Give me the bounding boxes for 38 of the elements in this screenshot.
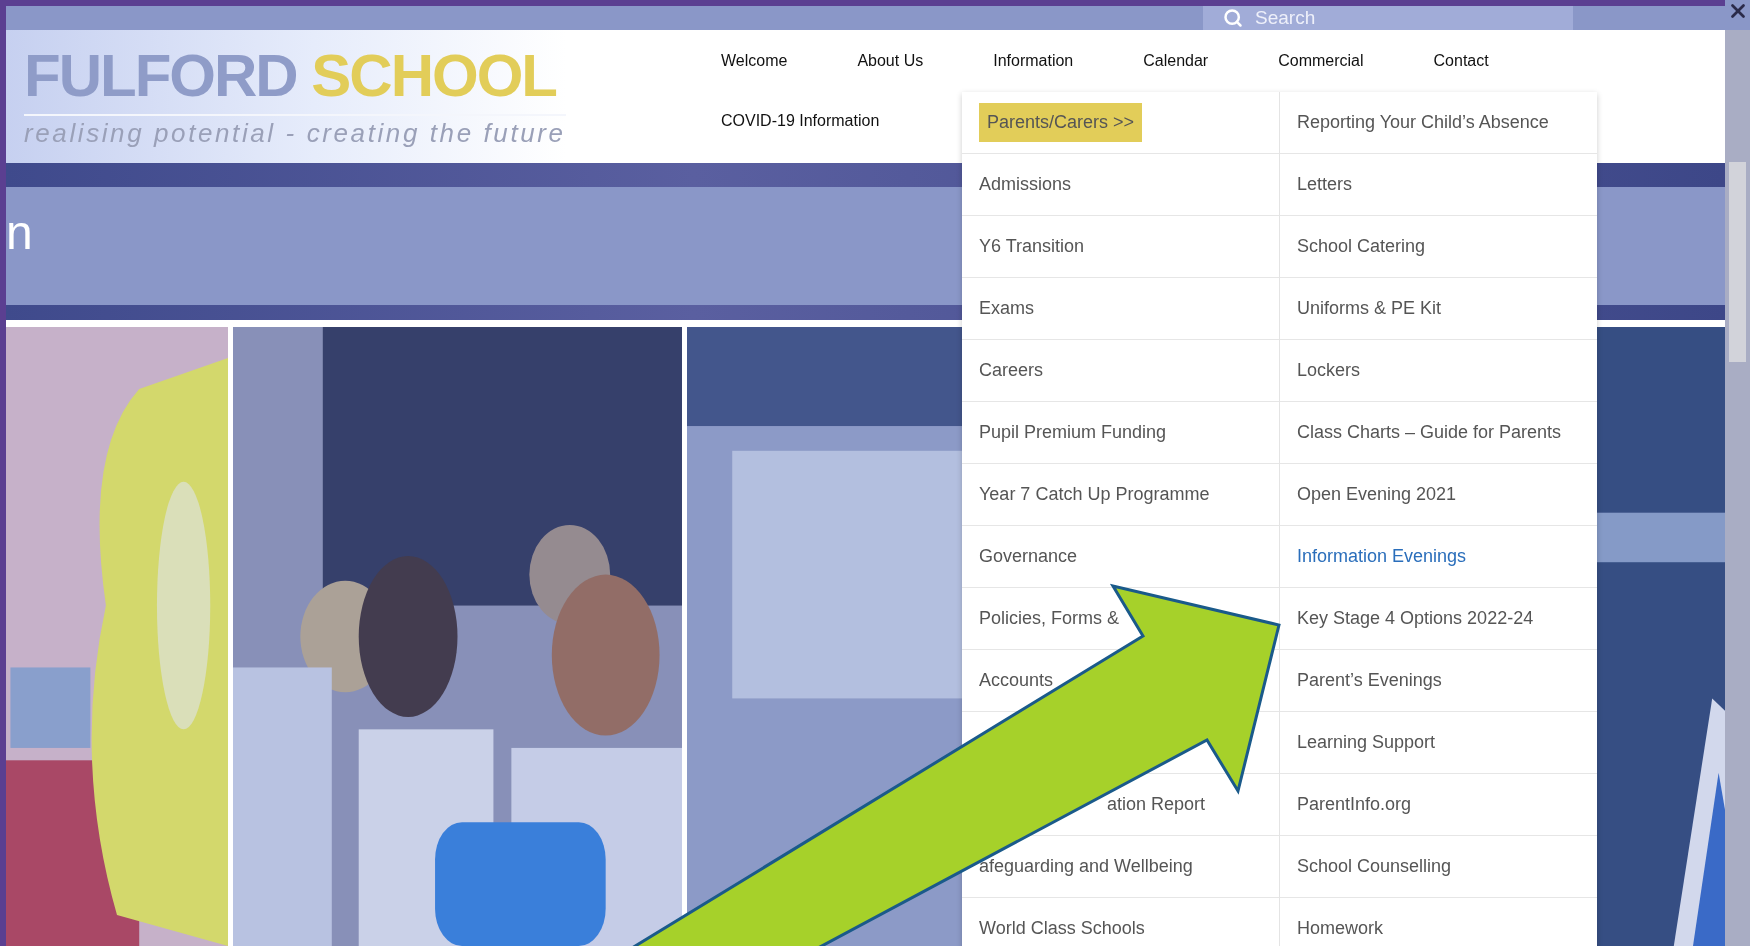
menu-item[interactable]: Admissions: [979, 174, 1072, 195]
search-icon: [1223, 8, 1243, 28]
menu-item[interactable]: Exams: [979, 298, 1034, 319]
menu-item[interactable]: Year 7 Catch Up Programme: [979, 484, 1210, 505]
menu-item[interactable]: Governance: [979, 546, 1078, 567]
menu-item[interactable]: Key Stage 4 Options 2022-24: [1297, 608, 1534, 629]
nav-link[interactable]: Welcome: [721, 51, 788, 71]
menu-item[interactable]: Open Evening 2021: [1297, 484, 1457, 505]
menu-item[interactable]: Reporting Your Child’s Absence: [1297, 112, 1549, 133]
menu-item[interactable]: Parents/Carers >>: [979, 103, 1143, 142]
menu-item[interactable]: Class Charts – Guide for Parents: [1297, 422, 1562, 443]
nav-link[interactable]: About Us: [857, 51, 924, 71]
menu-item[interactable]: Pupil Premium Funding: [979, 422, 1167, 443]
nav-link[interactable]: Contact: [1433, 51, 1489, 71]
menu-item[interactable]: Y6 Transition: [979, 236, 1085, 257]
menu-item[interactable]: School Counselling: [1297, 856, 1452, 877]
menu-item[interactable]: School Catering: [1297, 236, 1426, 257]
menu-item[interactable]: Information Evenings: [1297, 546, 1467, 567]
menu-item[interactable]: Careers: [979, 360, 1044, 381]
menu-item[interactable]: Letters: [1297, 174, 1353, 195]
close-button[interactable]: [1725, 0, 1750, 30]
menu-item[interactable]: Lockers: [1297, 360, 1361, 381]
menu-item[interactable]: Accounts: [979, 670, 1054, 691]
scrollbar-thumb[interactable]: [1729, 162, 1746, 362]
page-title: n: [6, 205, 33, 261]
menu-item[interactable]: Homework: [1297, 918, 1384, 939]
nav-link[interactable]: Commercial: [1278, 51, 1364, 71]
menu-item[interactable]: ParentInfo.org: [1297, 794, 1412, 815]
menu-item[interactable]: ation Report: [1107, 794, 1206, 815]
menu-item[interactable]: World Class Schools: [979, 918, 1145, 939]
nav-link[interactable]: Information: [993, 51, 1074, 71]
nav-link[interactable]: COVID-19 Information: [721, 111, 880, 131]
menu-item[interactable]: afeguarding and Wellbeing: [979, 856, 1193, 877]
menu-item[interactable]: Policies, Forms &: [979, 608, 1120, 629]
nav-link[interactable]: Calendar: [1143, 51, 1209, 71]
menu-item[interactable]: Parent’s Evenings: [1297, 670, 1442, 691]
menu-item[interactable]: Learning Support: [1297, 732, 1436, 753]
menu-item[interactable]: Uniforms & PE Kit: [1297, 298, 1442, 319]
